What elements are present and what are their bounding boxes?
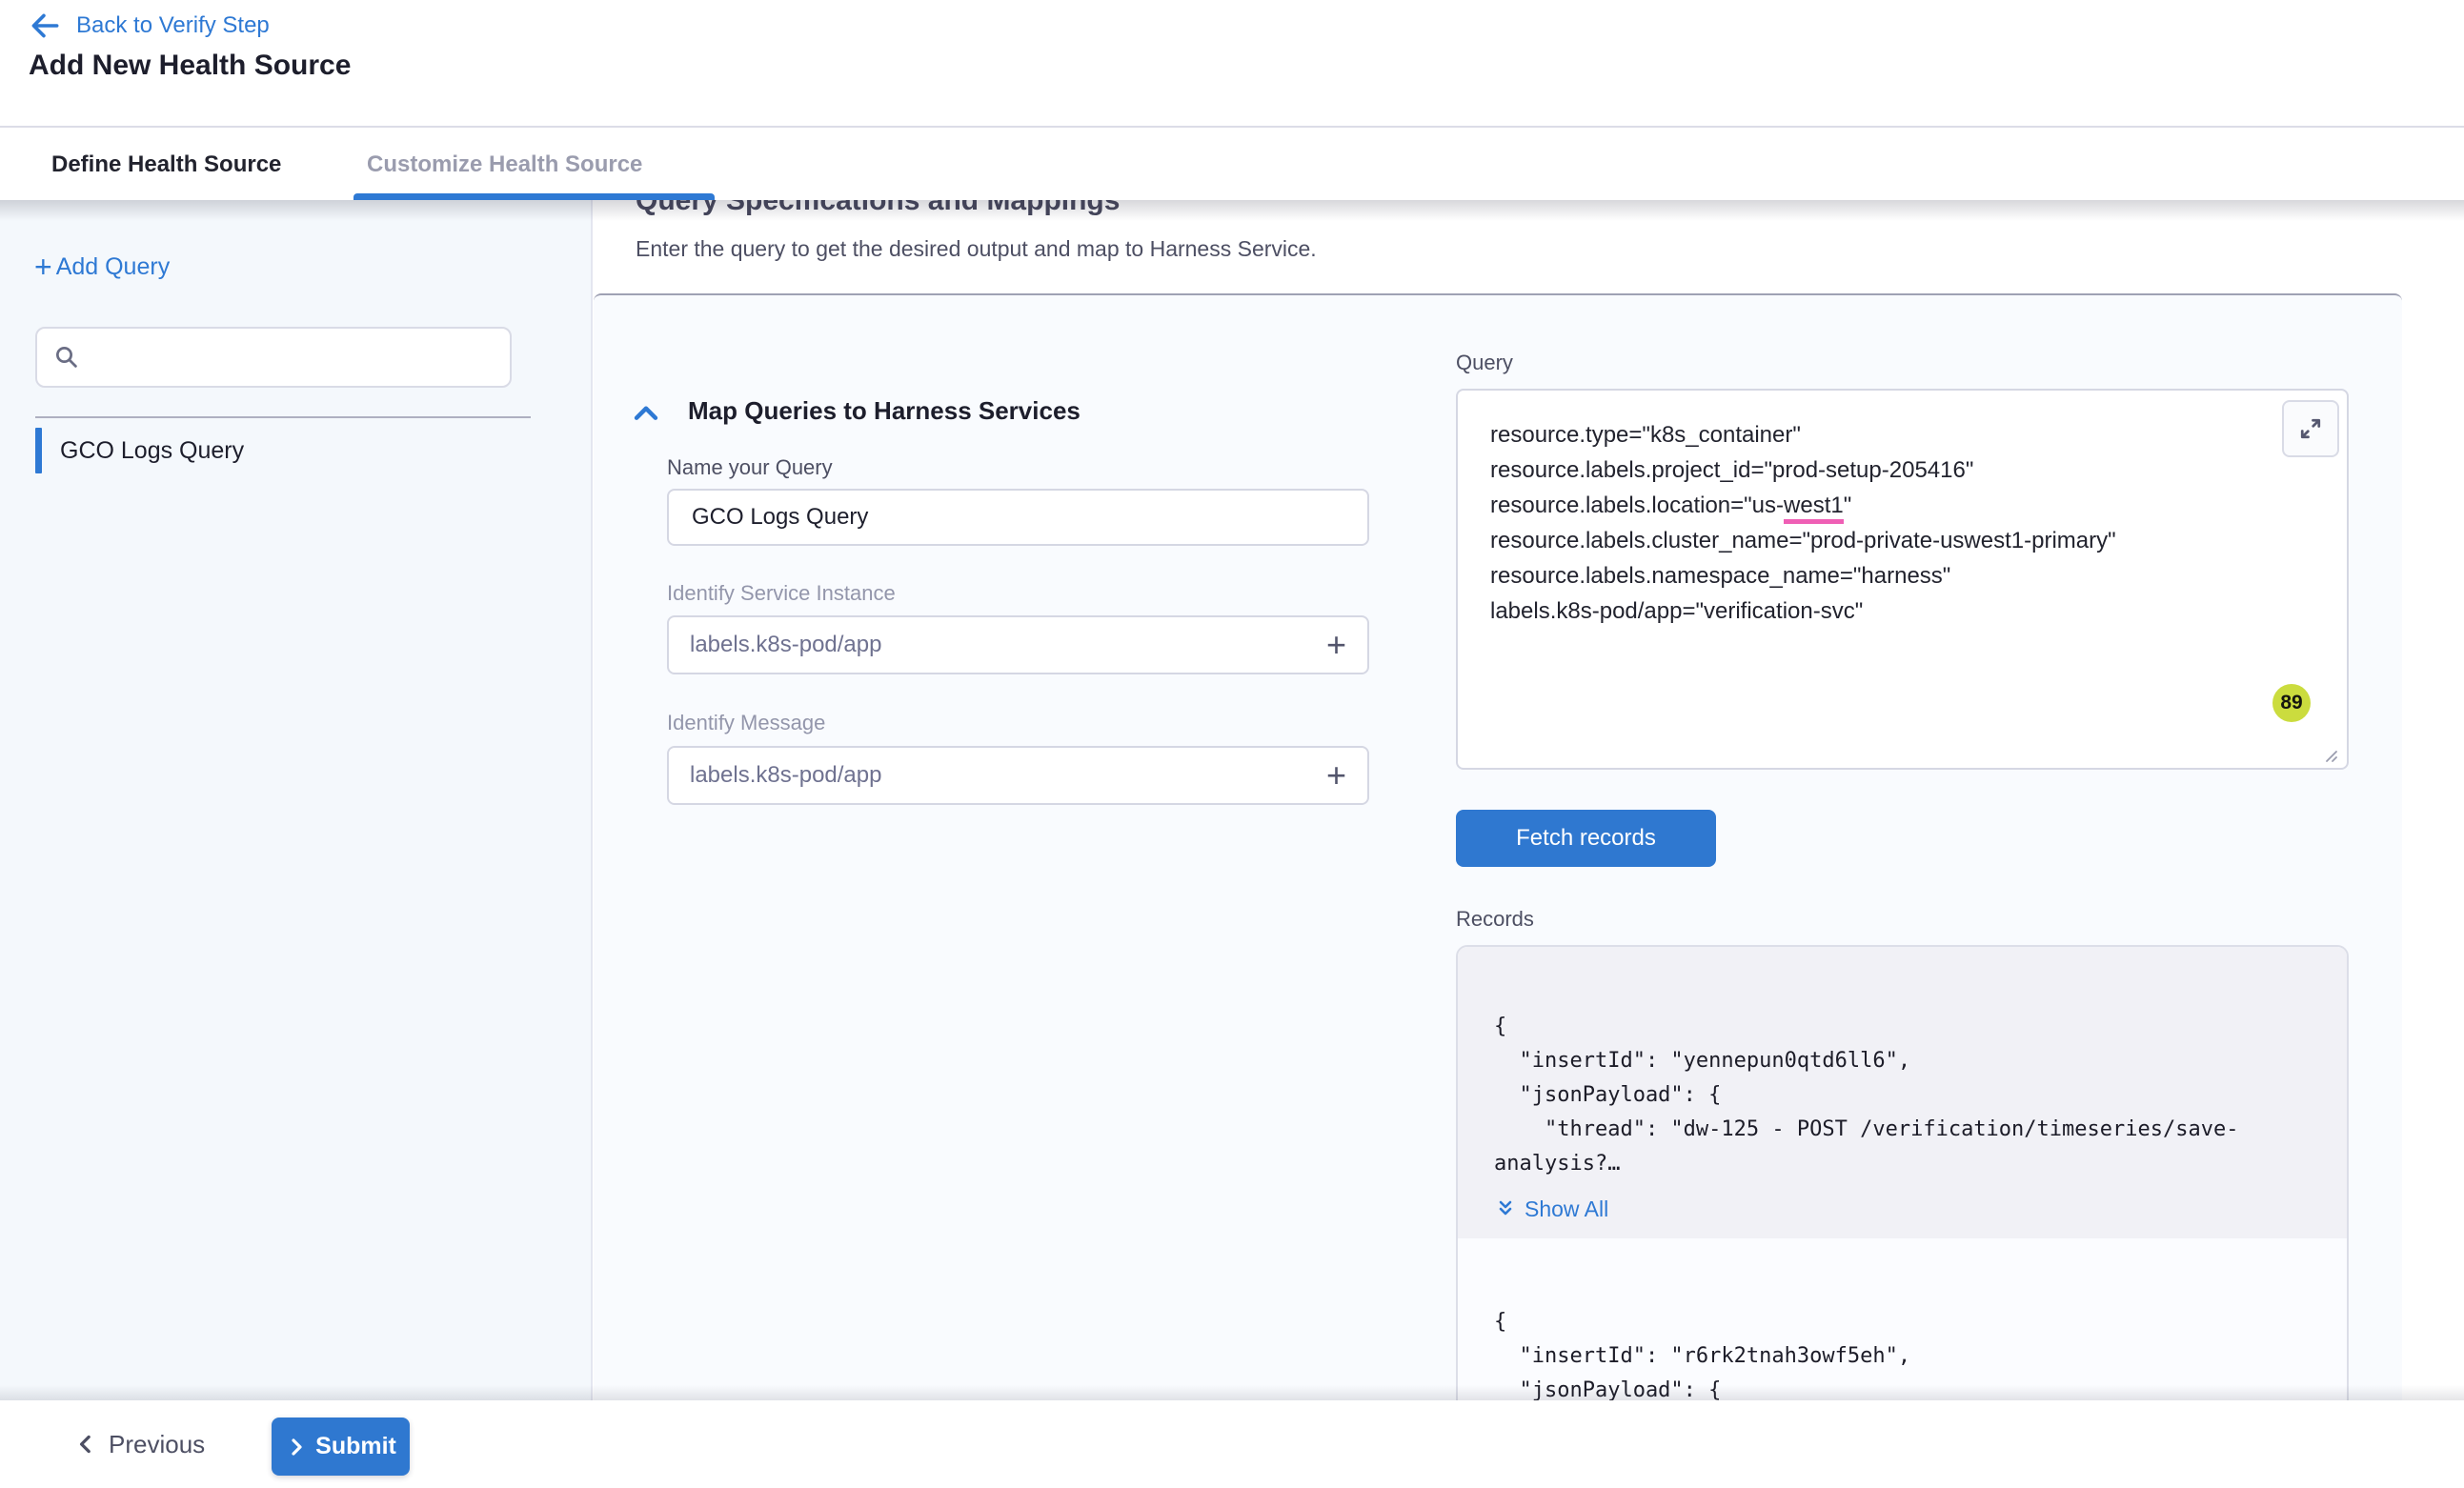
chevron-right-icon bbox=[285, 1436, 308, 1458]
identify-message-value: labels.k8s-pod/app bbox=[690, 762, 1326, 789]
wizard-footer: Previous Submit bbox=[0, 1400, 2464, 1488]
section-heading: Query Specifications and Mappings bbox=[636, 200, 1120, 217]
char-count-badge: 89 bbox=[2272, 684, 2311, 722]
record-json-line: { bbox=[1494, 1010, 2311, 1044]
record-json-line: "jsonPayload": { bbox=[1494, 1078, 2311, 1113]
query-line: resource.labels.project_id="prod-setup-2… bbox=[1490, 452, 2314, 488]
tab-define-health-source[interactable]: Define Health Source bbox=[51, 128, 281, 202]
query-label: Query bbox=[1456, 351, 1513, 375]
submit-label: Submit bbox=[315, 1433, 396, 1460]
record-json-line: "insertId": "r6rk2tnah3owf5eh", bbox=[1494, 1339, 2311, 1374]
query-line: resource.labels.location="us-west1" bbox=[1490, 488, 2314, 523]
query-line: resource.labels.namespace_name="harness" bbox=[1490, 558, 2314, 593]
query-textarea[interactable]: resource.type="k8s_container" resource.l… bbox=[1456, 389, 2349, 770]
submit-button[interactable]: Submit bbox=[272, 1418, 410, 1476]
query-line: resource.type="k8s_container" bbox=[1490, 417, 2314, 452]
record-json-line: analysis?… bbox=[1494, 1147, 2311, 1181]
selected-indicator-bar bbox=[35, 428, 42, 473]
back-arrow-icon bbox=[27, 8, 63, 44]
back-link-label: Back to Verify Step bbox=[76, 12, 270, 39]
sidebar-item-gco-logs-query[interactable]: GCO Logs Query bbox=[35, 427, 531, 474]
record-json-line: "jsonPayload": { bbox=[1494, 1374, 2311, 1400]
query-line: labels.k8s-pod/app="verification-svc" bbox=[1490, 593, 2314, 629]
active-tab-underline bbox=[353, 193, 715, 200]
sidebar-divider bbox=[35, 416, 531, 418]
record-json-line: "thread": "dw-125 - POST /verification/t… bbox=[1494, 1113, 2311, 1147]
plus-icon[interactable]: + bbox=[1326, 628, 1346, 662]
previous-button[interactable]: Previous bbox=[74, 1400, 205, 1488]
records-label: Records bbox=[1456, 907, 1534, 932]
query-item-label: GCO Logs Query bbox=[60, 437, 244, 465]
show-all-label: Show All bbox=[1525, 1192, 1608, 1226]
query-search-box bbox=[35, 327, 512, 388]
record-item: { "insertId": "r6rk2tnah3owf5eh", "jsonP… bbox=[1458, 1238, 2347, 1400]
chevron-up-icon[interactable] bbox=[630, 398, 664, 427]
record-json-line: { bbox=[1494, 1305, 2311, 1339]
record-item: { "insertId": "yennepun0qtd6ll6", "jsonP… bbox=[1458, 947, 2347, 1238]
record-json-line: "insertId": "yennepun0qtd6ll6", bbox=[1494, 1044, 2311, 1078]
query-sidebar: + Add Query GCO Logs Query bbox=[0, 200, 593, 1400]
query-search-input[interactable] bbox=[92, 329, 510, 386]
add-query-button[interactable]: + Add Query bbox=[34, 253, 170, 281]
query-mapping-card: Map Queries to Harness Services Name you… bbox=[594, 293, 2402, 1400]
service-instance-label: Identify Service Instance bbox=[667, 581, 896, 606]
identify-message-label: Identify Message bbox=[667, 711, 825, 735]
query-name-input[interactable] bbox=[667, 489, 1369, 546]
service-instance-field[interactable]: labels.k8s-pod/app + bbox=[667, 615, 1369, 674]
identify-message-field[interactable]: labels.k8s-pod/app + bbox=[667, 746, 1369, 805]
back-to-verify-step-link[interactable]: Back to Verify Step bbox=[27, 8, 270, 44]
page-header: Back to Verify Step Add New Health Sourc… bbox=[0, 0, 2464, 126]
textarea-resize-handle[interactable] bbox=[2320, 745, 2339, 764]
add-query-label: Add Query bbox=[56, 253, 171, 281]
search-icon bbox=[52, 343, 81, 372]
previous-label: Previous bbox=[109, 1430, 205, 1459]
show-all-link[interactable]: Show All bbox=[1494, 1193, 2311, 1225]
page-title: Add New Health Source bbox=[29, 50, 351, 82]
expand-query-button[interactable] bbox=[2282, 400, 2339, 457]
query-line: resource.labels.cluster_name="prod-priva… bbox=[1490, 523, 2314, 558]
records-panel: { "insertId": "yennepun0qtd6ll6", "jsonP… bbox=[1456, 945, 2349, 1400]
content-area: Query Specifications and Mappings Enter … bbox=[0, 200, 2464, 1400]
health-source-tabbar: Define Health Source Customize Health So… bbox=[0, 126, 2464, 200]
tab-customize-health-source[interactable]: Customize Health Source bbox=[367, 128, 642, 202]
chevron-left-icon bbox=[74, 1432, 99, 1457]
plus-icon: + bbox=[34, 255, 52, 279]
add-health-source-screen: Back to Verify Step Add New Health Sourc… bbox=[0, 0, 2464, 1488]
plus-icon[interactable]: + bbox=[1326, 758, 1346, 793]
service-instance-value: labels.k8s-pod/app bbox=[690, 632, 1326, 658]
map-queries-section-title: Map Queries to Harness Services bbox=[688, 396, 1081, 426]
expand-icon bbox=[2296, 414, 2325, 443]
name-query-label: Name your Query bbox=[667, 455, 833, 480]
section-subheading: Enter the query to get the desired outpu… bbox=[636, 236, 1317, 262]
spellcheck-marked-text: west1 bbox=[1784, 493, 1844, 524]
double-chevron-down-icon bbox=[1494, 1197, 1517, 1220]
fetch-records-button[interactable]: Fetch records bbox=[1456, 810, 1716, 867]
